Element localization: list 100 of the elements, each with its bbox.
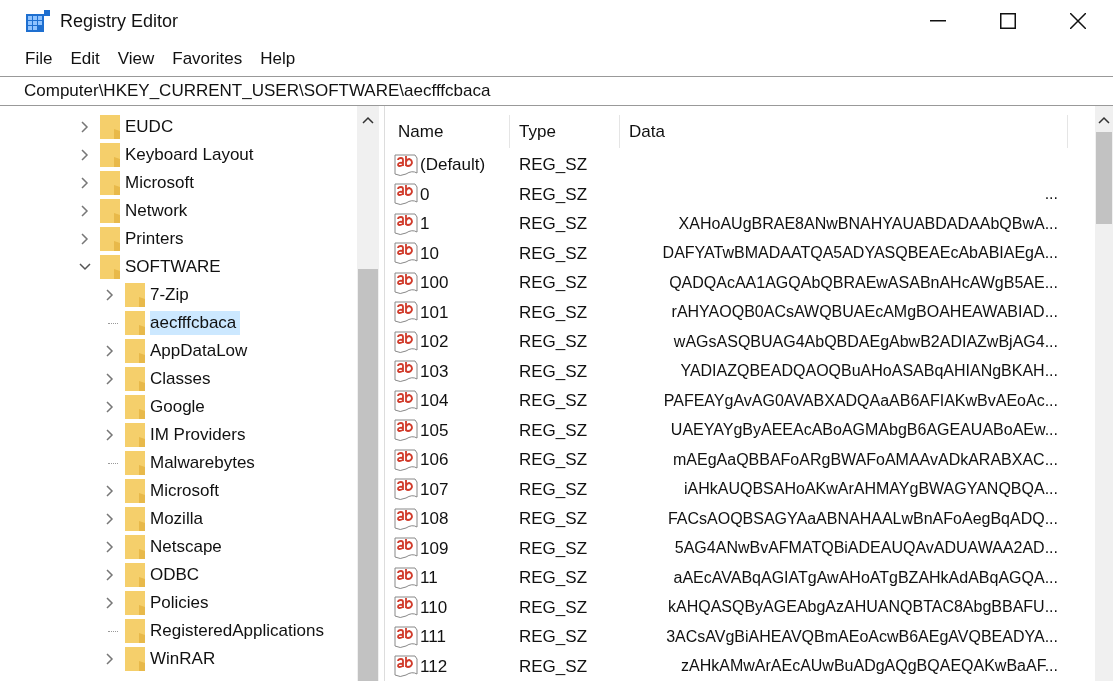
string-value-icon xyxy=(394,624,418,649)
value-name[interactable]: 103 xyxy=(420,358,449,384)
value-name[interactable]: 105 xyxy=(420,417,449,443)
value-name[interactable]: 107 xyxy=(420,476,449,502)
tree-item[interactable]: Printers xyxy=(125,227,188,251)
chevron-right-icon[interactable] xyxy=(79,205,91,217)
tree-item[interactable]: Keyboard Layout xyxy=(125,143,258,167)
string-value-icon xyxy=(394,211,418,236)
string-value-icon xyxy=(394,654,418,679)
value-name[interactable]: 110 xyxy=(420,594,448,620)
value-name[interactable]: 111 xyxy=(420,624,446,650)
menu-item[interactable]: Help xyxy=(252,46,304,72)
tree-item[interactable]: Policies xyxy=(150,591,213,615)
tree-item[interactable]: WinRAR xyxy=(150,647,220,671)
chevron-right-icon[interactable] xyxy=(104,541,116,553)
tree-item[interactable]: Malwarebytes xyxy=(150,451,259,475)
tree-item[interactable]: aecfffcbaca xyxy=(150,311,241,335)
chevron-right-icon[interactable] xyxy=(104,373,116,385)
value-data: ... xyxy=(1044,184,1058,205)
scroll-up-icon[interactable] xyxy=(1098,116,1110,124)
tree-item[interactable]: Mozilla xyxy=(150,507,207,531)
folder-icon xyxy=(125,283,145,307)
tree-item[interactable]: Google xyxy=(150,395,209,419)
chevron-right-icon[interactable] xyxy=(104,513,116,525)
value-name[interactable]: 112 xyxy=(420,653,448,679)
value-name[interactable]: 101 xyxy=(420,299,449,325)
window-title: Registry Editor xyxy=(60,9,179,33)
value-name[interactable]: 100 xyxy=(420,270,449,296)
folder-icon xyxy=(100,255,120,279)
tree-item[interactable]: AppDataLow xyxy=(150,339,252,363)
column-header[interactable]: Type xyxy=(510,115,620,148)
string-value-icon xyxy=(394,447,418,472)
tree-item[interactable]: SOFTWARE xyxy=(125,255,225,279)
tree-item[interactable]: Microsoft xyxy=(125,171,198,195)
tree-item[interactable]: EUDC xyxy=(125,115,178,139)
tree-item[interactable]: 7-Zip xyxy=(150,283,193,307)
scrollbar-thumb[interactable] xyxy=(1096,132,1112,224)
tree-item[interactable]: ODBC xyxy=(150,563,204,587)
registry-app-icon xyxy=(26,10,50,32)
column-header[interactable]: Name xyxy=(390,115,510,148)
scrollbar[interactable] xyxy=(357,106,379,681)
scroll-up-icon[interactable] xyxy=(362,116,374,124)
value-name[interactable]: 0 xyxy=(420,181,430,207)
column-header[interactable]: Data xyxy=(620,115,1068,148)
tree-item[interactable]: Microsoft xyxy=(150,479,223,503)
menu-item[interactable]: File xyxy=(17,46,61,72)
address-bar[interactable]: Computer\HKEY_CURRENT_USER\SOFTWARE\aecfffcbaca xyxy=(0,78,1113,104)
chevron-right-icon[interactable] xyxy=(79,177,91,189)
tree-item[interactable]: RegisteredApplications xyxy=(150,619,328,643)
value-name[interactable]: 106 xyxy=(420,447,449,473)
value-data: 3ACsAVgBiAHEAVQBmAEoAcwB6AEgAVQBEADYA... xyxy=(666,626,1058,647)
chevron-right-icon[interactable] xyxy=(104,485,116,497)
tree-item[interactable]: IM Providers xyxy=(150,423,250,447)
value-data: zAHkAMwArAEcAUwBuADgAQgBQAEQAKwBaAF... xyxy=(681,656,1058,677)
string-value-icon xyxy=(394,388,418,413)
scrollbar[interactable] xyxy=(1095,106,1113,681)
value-type: REG_SZ xyxy=(518,390,589,412)
value-type: REG_SZ xyxy=(518,301,589,324)
tree-item[interactable]: Network xyxy=(125,199,192,223)
value-name[interactable]: 104 xyxy=(420,388,449,414)
chevron-right-icon[interactable] xyxy=(104,597,116,609)
string-value-icon xyxy=(394,595,418,620)
chevron-right-icon[interactable] xyxy=(104,429,116,441)
chevron-right-icon[interactable] xyxy=(79,233,91,245)
chevron-right-icon[interactable] xyxy=(104,289,116,301)
menu-item[interactable]: Favorites xyxy=(164,46,251,72)
value-type: REG_SZ xyxy=(518,331,589,353)
value-data: wAGsASQBUAG4AbQBDAEgAbwB2ADIAZwBjAG4... xyxy=(673,331,1058,352)
chevron-down-icon[interactable] xyxy=(79,261,91,273)
value-name[interactable]: (Default) xyxy=(420,152,486,178)
value-name[interactable]: 109 xyxy=(420,535,449,561)
value-name[interactable]: 108 xyxy=(420,506,449,532)
value-type: REG_SZ xyxy=(518,596,589,619)
value-data: YADIAZQBEADQAOQBuAHoASABqAHIANgBKAH... xyxy=(680,361,1058,382)
folder-icon xyxy=(125,479,145,503)
scrollbar-thumb[interactable] xyxy=(358,269,378,681)
tree-item[interactable]: Classes xyxy=(150,367,215,391)
value-type: REG_SZ xyxy=(518,272,589,294)
folder-icon xyxy=(125,591,145,615)
string-value-icon xyxy=(394,182,418,207)
chevron-right-icon[interactable] xyxy=(79,149,91,161)
folder-icon xyxy=(100,171,120,195)
chevron-right-icon[interactable] xyxy=(104,569,116,581)
menu-item[interactable]: View xyxy=(109,46,163,72)
chevron-right-icon[interactable] xyxy=(104,345,116,357)
value-name[interactable]: 1 xyxy=(420,211,430,237)
value-name[interactable]: 11 xyxy=(420,565,438,591)
chevron-right-icon[interactable] xyxy=(79,121,91,133)
folder-icon xyxy=(125,647,145,671)
value-type: REG_SZ xyxy=(518,537,589,560)
value-name[interactable]: 10 xyxy=(420,240,439,266)
chevron-right-icon[interactable] xyxy=(104,401,116,413)
minimize-icon xyxy=(930,20,946,22)
folder-icon xyxy=(125,423,145,447)
string-value-icon xyxy=(394,152,418,177)
tree-item[interactable]: Netscape xyxy=(150,535,226,559)
menu-item[interactable]: Edit xyxy=(62,46,108,72)
value-name[interactable]: 102 xyxy=(420,329,449,355)
folder-icon xyxy=(125,367,145,391)
chevron-right-icon[interactable] xyxy=(104,653,116,665)
